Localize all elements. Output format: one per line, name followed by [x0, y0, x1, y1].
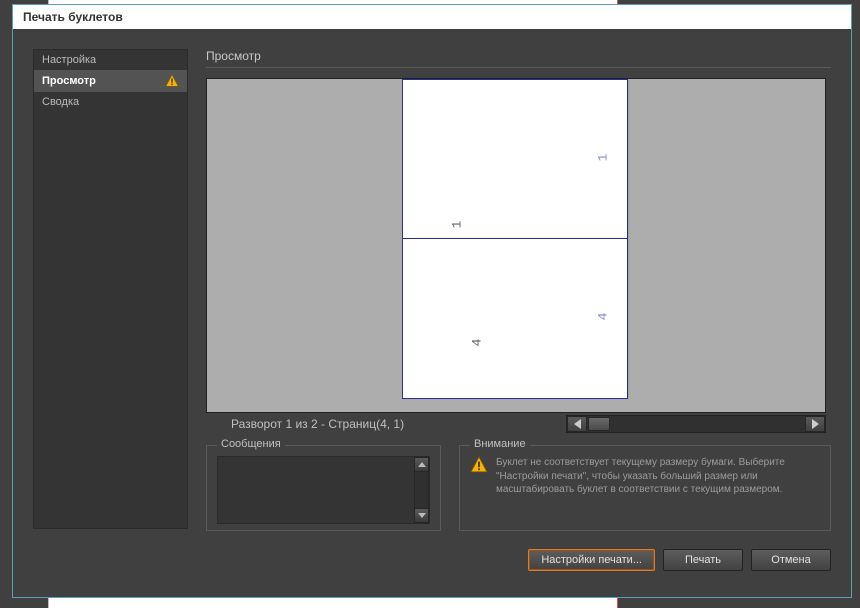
- attention-content: Буклет не соответствует текущему размеру…: [470, 456, 820, 497]
- print-button[interactable]: Печать: [663, 549, 743, 571]
- divider: [206, 67, 831, 68]
- warning-icon: [165, 74, 179, 88]
- pager-thumb[interactable]: [588, 417, 610, 431]
- sidebar-item-setup[interactable]: Настройка: [34, 50, 187, 70]
- attention-text: Буклет не соответствует текущему размеру…: [496, 456, 820, 497]
- main-panel: Просмотр 1 1 4 4 Разворот 1 из 2 - Стран…: [206, 49, 831, 577]
- scroll-track[interactable]: [414, 472, 429, 508]
- warning-icon: [470, 456, 488, 474]
- chevron-down-icon: [418, 513, 426, 518]
- preview-area: 1 1 4 4: [206, 78, 826, 413]
- scroll-up-button[interactable]: [414, 457, 429, 472]
- messages-fieldset: Сообщения: [206, 445, 441, 531]
- page-bottom: 4 4: [403, 239, 627, 398]
- dialog-title: Печать буклетов: [13, 5, 851, 29]
- sidebar-item-summary[interactable]: Сводка: [34, 92, 187, 112]
- preview-heading: Просмотр: [206, 49, 831, 63]
- page-number: 1: [596, 154, 611, 162]
- attention-fieldset: Внимание Буклет не соответствует текущем…: [459, 445, 831, 531]
- spread: 1 1 4 4: [402, 79, 628, 399]
- sidebar-item-label: Просмотр: [42, 75, 96, 87]
- page-number: 4: [469, 339, 484, 347]
- print-settings-button[interactable]: Настройки печати...: [528, 549, 655, 571]
- pager: [566, 415, 826, 433]
- cancel-button[interactable]: Отмена: [751, 549, 831, 571]
- button-row: Настройки печати... Печать Отмена: [206, 549, 831, 571]
- scroll-down-button[interactable]: [414, 508, 429, 523]
- messages-list: [217, 456, 430, 524]
- page-number: 4: [596, 313, 611, 321]
- pager-prev-button[interactable]: [567, 416, 587, 432]
- page-top: 1 1: [403, 80, 627, 239]
- page-number: 1: [449, 221, 464, 229]
- chevron-up-icon: [418, 462, 426, 467]
- messages-scrollbar: [414, 457, 429, 523]
- chevron-left-icon: [574, 419, 581, 429]
- chevron-right-icon: [812, 419, 819, 429]
- sidebar-item-preview[interactable]: Просмотр: [34, 70, 187, 92]
- status-row: Разворот 1 из 2 - Страниц(4, 1): [206, 415, 826, 433]
- messages-heading: Сообщения: [217, 438, 285, 450]
- spread-status: Разворот 1 из 2 - Страниц(4, 1): [206, 417, 404, 431]
- attention-heading: Внимание: [470, 438, 530, 450]
- dialog-body: Настройка Просмотр Сводка Просмотр 1 1: [13, 29, 851, 597]
- pager-next-button[interactable]: [805, 416, 825, 432]
- print-booklets-dialog: Печать буклетов Настройка Просмотр Сводк…: [12, 4, 852, 598]
- lower-panels: Сообщения Внимание: [206, 445, 831, 531]
- sidebar: Настройка Просмотр Сводка: [33, 49, 188, 529]
